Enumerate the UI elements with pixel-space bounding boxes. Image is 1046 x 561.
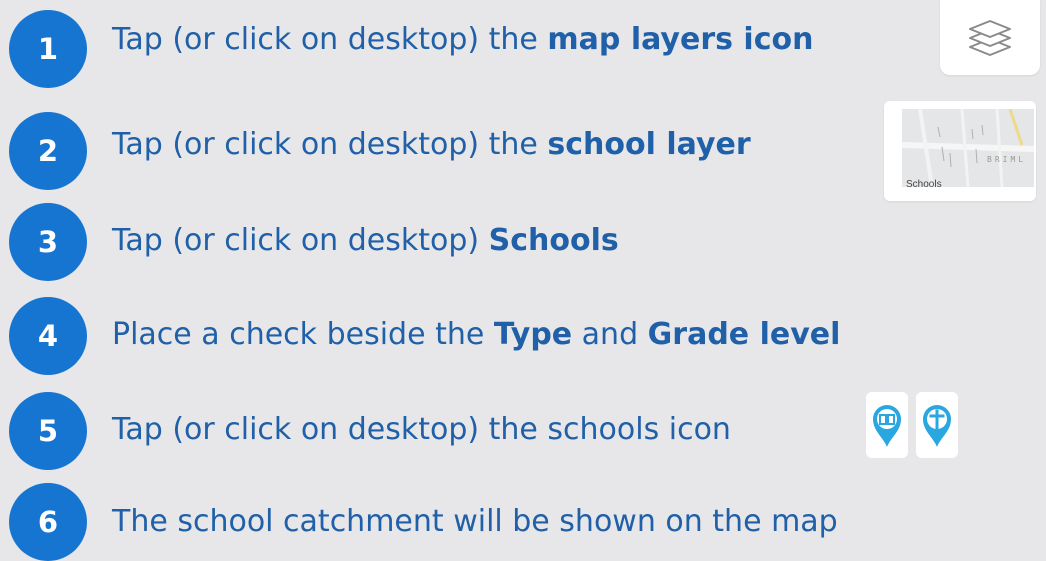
step-text: Tap (or click on desktop) the schools ic… [112,411,731,449]
step-text-plain: Place a check beside the [112,317,494,352]
step-text: Tap (or click on desktop) the map layers… [112,21,813,59]
map-thumbnail-image [902,109,1034,187]
step-number-badge: 2 [9,112,87,190]
step-text-plain: The school catchment will be shown on th… [112,504,838,539]
step-text-plain: Tap (or click on desktop) the schools ic… [112,412,731,447]
step-text: Tap (or click on desktop) the school lay… [112,126,751,164]
school-pin-button[interactable] [866,392,908,458]
step-1: 1 Tap (or click on desktop) the map laye… [0,0,1046,88]
step-3: 3 Tap (or click on desktop) Schools [0,200,1046,281]
step-text-plain: Tap (or click on desktop) the [112,127,548,162]
step-text-bold: Grade level [647,317,841,352]
step-number-badge: 6 [9,483,87,561]
step-text-bold: map layers icon [547,22,814,57]
map-layers-icon [969,20,1011,56]
step-number-badge: 3 [9,203,87,281]
step-text-plain: Tap (or click on desktop) [112,223,489,258]
school-book-pin-icon [873,405,901,447]
step-number-badge: 5 [9,392,87,470]
step-text-bold: Schools [488,223,619,258]
step-6: 6 The school catchment will be shown on … [0,480,1046,561]
step-4: 4 Place a check beside the Type and Grad… [0,295,1046,375]
step-number-badge: 4 [9,297,87,375]
catholic-school-cross-pin-icon [923,405,951,447]
step-text: Place a check beside the Type and Grade … [112,316,840,354]
map-layers-button[interactable] [940,0,1040,75]
thumbnail-map-label: BRIML [987,155,1027,164]
school-layer-thumbnail[interactable]: BRIML Schools [884,101,1036,201]
step-text-plain: and [572,317,648,352]
step-text-bold: Type [493,317,573,352]
thumbnail-caption: Schools [906,179,942,190]
catholic-school-pin-button[interactable] [916,392,958,458]
step-text-plain: Tap (or click on desktop) the [112,22,548,57]
step-number-badge: 1 [9,10,87,88]
step-text: The school catchment will be shown on th… [112,503,838,541]
step-text: Tap (or click on desktop) Schools [112,222,619,260]
step-text-bold: school layer [547,127,751,162]
